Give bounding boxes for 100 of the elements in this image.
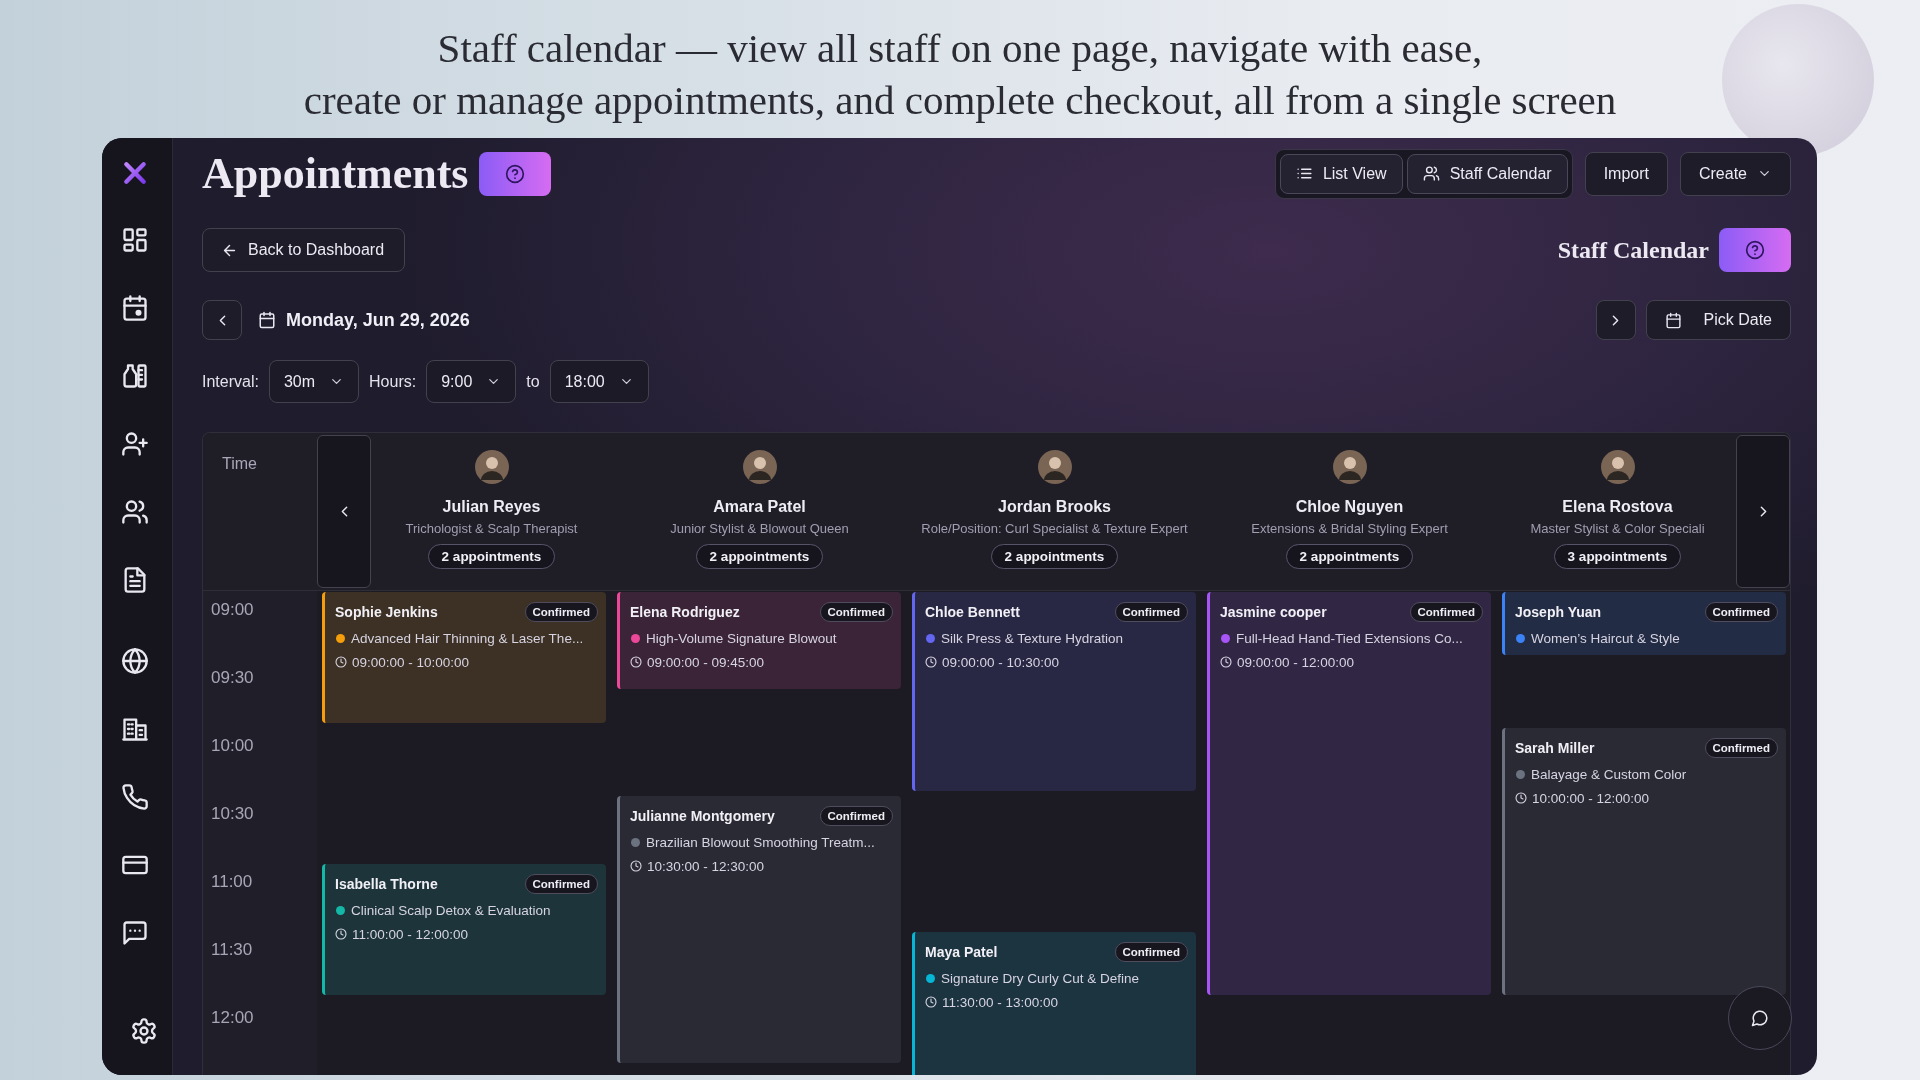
back-button[interactable]: Back to Dashboard bbox=[202, 228, 406, 272]
avatar-icon bbox=[1332, 450, 1367, 484]
appointment-time: 10:30:00 - 12:30:00 bbox=[647, 858, 765, 874]
pick-date-button[interactable]: Pick Date bbox=[1645, 300, 1791, 340]
client-name: Isabella Thorne bbox=[335, 876, 438, 892]
view-button[interactable]: List View bbox=[1279, 153, 1403, 194]
logo-icon[interactable] bbox=[122, 160, 148, 186]
appointment-time: 09:00:00 - 10:30:00 bbox=[942, 654, 1060, 670]
start-hour-select[interactable]: 9:00 bbox=[426, 360, 517, 403]
status-badge: Confirmed bbox=[819, 602, 893, 622]
users-icon[interactable] bbox=[121, 498, 149, 526]
status-badge: Confirmed bbox=[524, 602, 598, 622]
action-button[interactable]: Import bbox=[1584, 151, 1668, 196]
chat-icon bbox=[1751, 1009, 1769, 1027]
appointment-time: 09:00:00 - 09:45:00 bbox=[647, 654, 765, 670]
clock-icon bbox=[335, 656, 347, 668]
help-icon bbox=[504, 163, 525, 184]
client-name: Maya Patel bbox=[925, 944, 998, 960]
help-icon bbox=[1745, 240, 1765, 260]
appointment-card[interactable]: Julianne Montgomery Confirmed Brazilian Blowout Smoothing Treatm... 10:30:00 - 12:30:00 bbox=[617, 796, 901, 1063]
clock-icon bbox=[1515, 792, 1527, 804]
client-name: Sophie Jenkins bbox=[335, 604, 438, 620]
appointment-card[interactable]: Sarah Miller Confirmed Balayage & Custom Color 10:00:00 - 12:00:00 bbox=[1502, 728, 1786, 995]
staff-role: Extensions & Bridal Styling Expert bbox=[1251, 521, 1448, 536]
current-date: Monday, Jun 29, 2026 bbox=[286, 309, 470, 331]
status-badge: Confirmed bbox=[819, 806, 893, 826]
time-heading: Time bbox=[222, 455, 257, 472]
service-name: Brazilian Blowout Smoothing Treatm... bbox=[646, 834, 875, 850]
service-name: Advanced Hair Thinning & Laser The... bbox=[351, 630, 584, 646]
clock-icon bbox=[1220, 656, 1232, 668]
caption-text: Staff calendar — view all staff on one page, navigate with ease, create or manage appointments, and complete checkout, all from a single screen bbox=[303, 24, 1617, 125]
appointment-card[interactable]: Joseph Yuan Confirmed Women’s Haircut & Style bbox=[1502, 592, 1786, 655]
time-label: 12:00 bbox=[211, 1008, 254, 1027]
interval-select[interactable]: 30m bbox=[268, 360, 360, 403]
add-user-icon[interactable] bbox=[121, 430, 149, 458]
appointment-card[interactable]: Sophie Jenkins Confirmed Advanced Hair Thinning & Laser The... 09:00:00 - 10:00:00 bbox=[322, 592, 606, 723]
clock-icon bbox=[925, 656, 937, 668]
appointment-card[interactable]: Maya Patel Confirmed Signature Dry Curly Cut & Define 11:30:00 - 13:00:00 bbox=[912, 932, 1196, 1075]
avatar-icon bbox=[742, 450, 777, 484]
staff-role: Trichologist & Scalp Therapist bbox=[405, 521, 578, 536]
calendar-icon bbox=[258, 311, 276, 329]
service-name: Full-Head Hand-Tied Extensions Co... bbox=[1236, 630, 1463, 646]
status-badge: Confirmed bbox=[1114, 602, 1188, 622]
appointment-card[interactable]: Jasmine cooper Confirmed Full-Head Hand-Tied Extensions Co... 09:00:00 - 12:00:00 bbox=[1207, 592, 1491, 995]
staff-name: Elena Rostova bbox=[1562, 498, 1673, 516]
calendar-icon bbox=[1664, 311, 1682, 329]
appointment-count: 2 appointments bbox=[990, 544, 1119, 569]
clock-icon bbox=[335, 928, 347, 940]
users-icon bbox=[1422, 165, 1440, 182]
status-badge: Confirmed bbox=[1704, 738, 1778, 758]
help-button[interactable] bbox=[1719, 228, 1791, 272]
service-name: Silk Press & Texture Hydration bbox=[941, 630, 1124, 646]
interval-label: Interval: bbox=[202, 372, 259, 391]
appointment-time: 11:00:00 - 12:00:00 bbox=[352, 926, 469, 942]
client-name: Elena Rodriguez bbox=[630, 604, 740, 620]
service-name: High-Volume Signature Blowout bbox=[646, 630, 837, 646]
bottle-icon[interactable] bbox=[121, 362, 149, 390]
status-badge: Confirmed bbox=[1114, 942, 1188, 962]
appointment-count: 2 appointments bbox=[427, 544, 556, 569]
status-badge: Confirmed bbox=[1409, 602, 1483, 622]
dropdown-button[interactable]: Create bbox=[1679, 151, 1791, 196]
staff-name: Julian Reyes bbox=[442, 498, 541, 516]
appointment-count: 3 appointments bbox=[1553, 544, 1682, 569]
to-label: to bbox=[526, 372, 540, 391]
appointment-card[interactable]: Chloe Bennett Confirmed Silk Press & Texture Hydration 09:00:00 - 10:30:00 bbox=[912, 592, 1196, 791]
client-name: Sarah Miller bbox=[1515, 740, 1595, 756]
staff-name: Amara Patel bbox=[713, 498, 806, 516]
time-label: 09:30 bbox=[211, 668, 254, 687]
service-name: Women’s Haircut & Style bbox=[1531, 630, 1680, 646]
appointment-time: 09:00:00 - 10:00:00 bbox=[352, 654, 470, 670]
client-name: Joseph Yuan bbox=[1515, 604, 1602, 620]
staff-name: Jordan Brooks bbox=[998, 498, 1111, 516]
section-title: Staff Calendar bbox=[1557, 236, 1709, 264]
time-label: 09:00 bbox=[211, 600, 254, 619]
globe-icon[interactable] bbox=[121, 647, 149, 675]
calendar-icon[interactable] bbox=[121, 294, 149, 322]
service-name: Signature Dry Curly Cut & Define bbox=[941, 970, 1140, 986]
appointment-card[interactable]: Elena Rodriguez Confirmed High-Volume Signature Blowout 09:00:00 - 09:45:00 bbox=[617, 592, 901, 689]
appointment-card[interactable]: Isabella Thorne Confirmed Clinical Scalp Detox & Evaluation 11:00:00 - 12:00:00 bbox=[322, 864, 606, 995]
clock-icon bbox=[925, 996, 937, 1008]
settings-icon[interactable] bbox=[130, 1017, 158, 1045]
staff-role: Master Stylist & Color Speciali bbox=[1530, 521, 1705, 536]
appointment-count: 2 appointments bbox=[695, 544, 824, 569]
help-button[interactable] bbox=[478, 151, 551, 196]
time-label: 10:30 bbox=[211, 804, 254, 823]
avatar-icon bbox=[1600, 450, 1635, 484]
message-icon[interactable] bbox=[121, 919, 149, 947]
status-badge: Confirmed bbox=[1704, 602, 1778, 622]
time-label: 11:30 bbox=[211, 940, 253, 959]
client-name: Chloe Bennett bbox=[925, 604, 1020, 620]
view-button[interactable]: Staff Calendar bbox=[1406, 153, 1568, 194]
end-hour-select[interactable]: 18:00 bbox=[549, 360, 649, 403]
appointment-count: 2 appointments bbox=[1285, 544, 1414, 569]
page-title: Appointments bbox=[202, 149, 469, 198]
phone-icon[interactable] bbox=[121, 783, 149, 811]
service-name: Clinical Scalp Detox & Evaluation bbox=[351, 902, 551, 918]
dashboard-icon[interactable] bbox=[121, 226, 149, 254]
staff-name: Chloe Nguyen bbox=[1295, 498, 1404, 516]
client-name: Julianne Montgomery bbox=[630, 808, 775, 824]
clock-icon bbox=[630, 656, 642, 668]
